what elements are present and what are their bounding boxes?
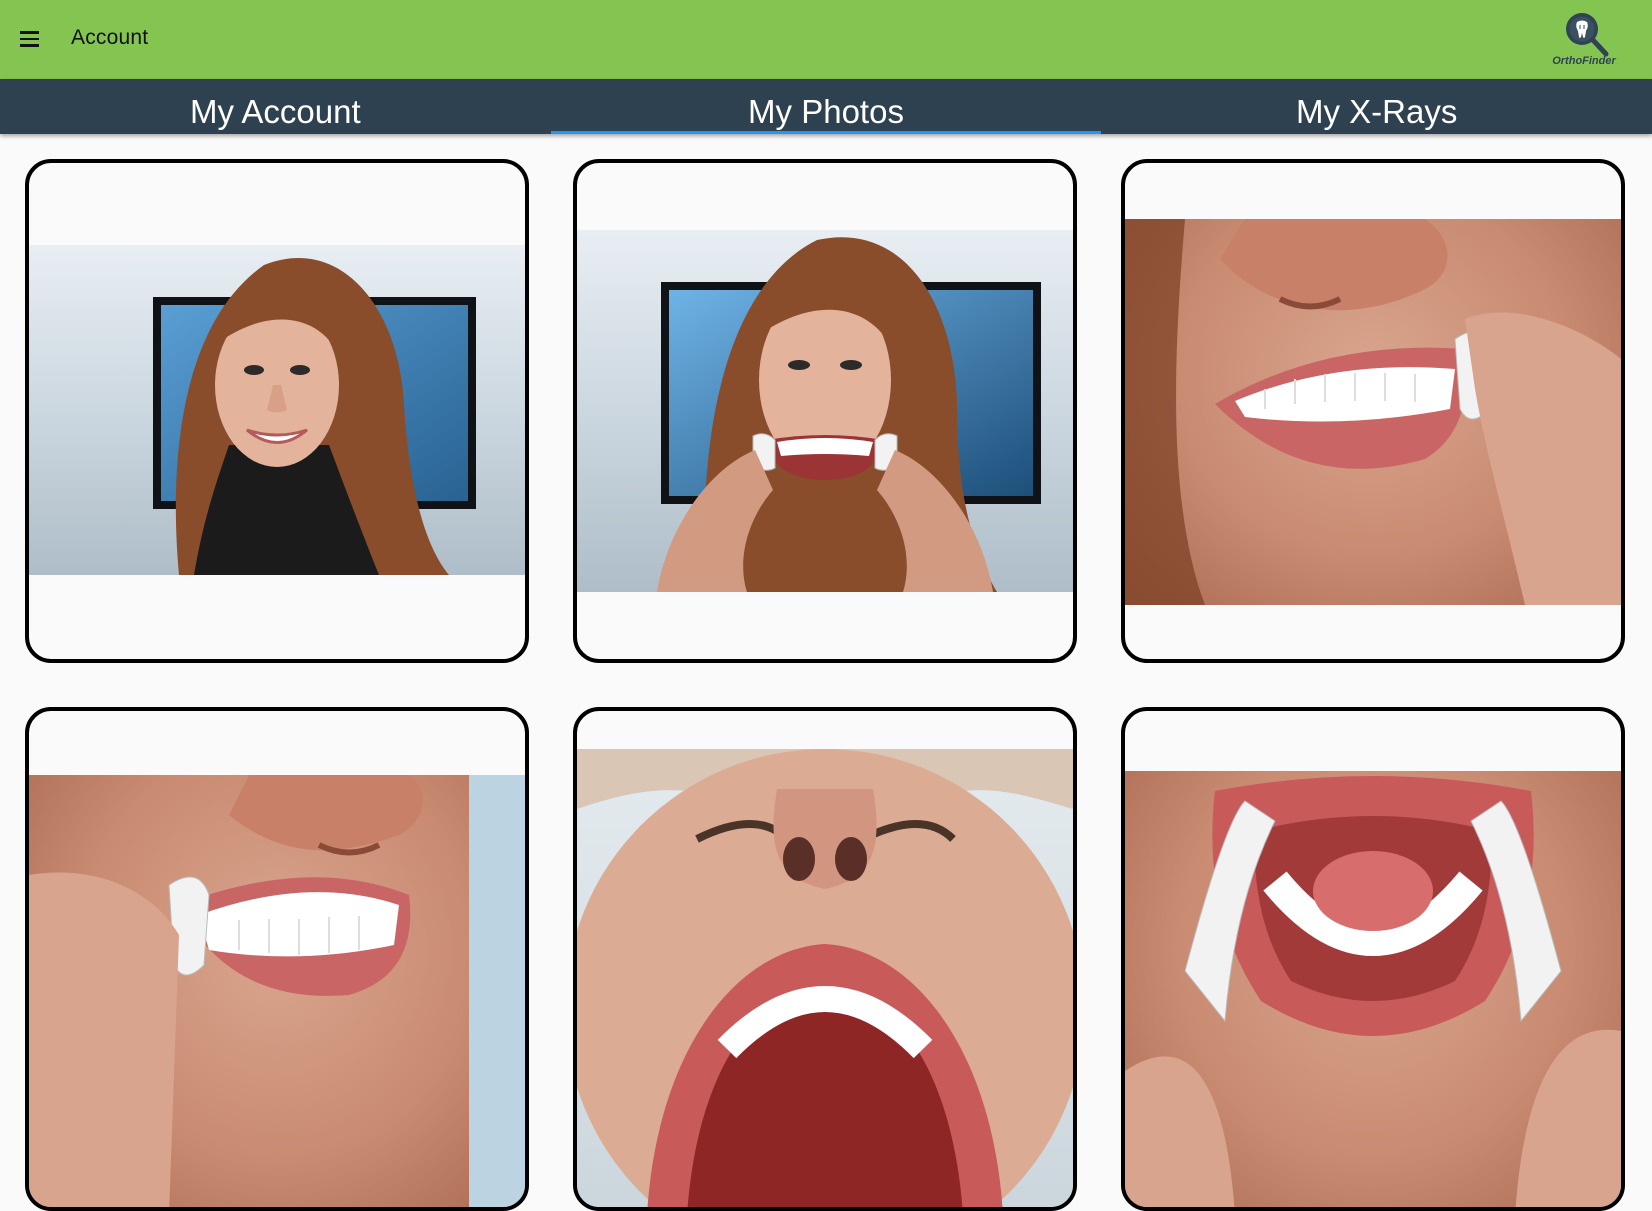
photo-card-retracted-front[interactable] xyxy=(573,159,1077,663)
photo-card-retracted-left[interactable] xyxy=(25,707,529,1211)
photo-card-smile-front[interactable] xyxy=(25,159,529,663)
photo-card-upper-occlusal[interactable] xyxy=(573,707,1077,1211)
logo-text: OrthoFinder xyxy=(1552,55,1616,67)
photo-upper-occlusal xyxy=(577,749,1073,1207)
hamburger-menu-icon[interactable] xyxy=(14,24,44,54)
tab-label: My Account xyxy=(190,93,361,130)
tab-label: My Photos xyxy=(748,93,904,130)
tab-bar: My Account My Photos My X-Rays xyxy=(0,79,1652,134)
photo-retracted-left xyxy=(29,775,525,1207)
photo-retracted-right xyxy=(1125,219,1621,605)
orthofinder-logo[interactable]: OrthoFinder xyxy=(1544,8,1624,72)
photo-retracted-front xyxy=(577,230,1073,592)
photo-grid xyxy=(0,134,1652,1211)
tab-label: My X-Rays xyxy=(1296,93,1458,130)
photo-card-lower-occlusal[interactable] xyxy=(1121,707,1625,1211)
photo-smile-front xyxy=(29,245,525,575)
tab-my-account[interactable]: My Account xyxy=(0,79,551,134)
photo-card-retracted-right[interactable] xyxy=(1121,159,1625,663)
tab-my-x-rays[interactable]: My X-Rays xyxy=(1101,79,1652,134)
photo-lower-occlusal xyxy=(1125,771,1621,1207)
tooth-magnifier-icon xyxy=(1566,13,1609,57)
app-title: Account xyxy=(71,26,149,49)
app-bar: Account OrthoFinder xyxy=(0,0,1652,79)
tab-my-photos[interactable]: My Photos xyxy=(550,79,1102,134)
